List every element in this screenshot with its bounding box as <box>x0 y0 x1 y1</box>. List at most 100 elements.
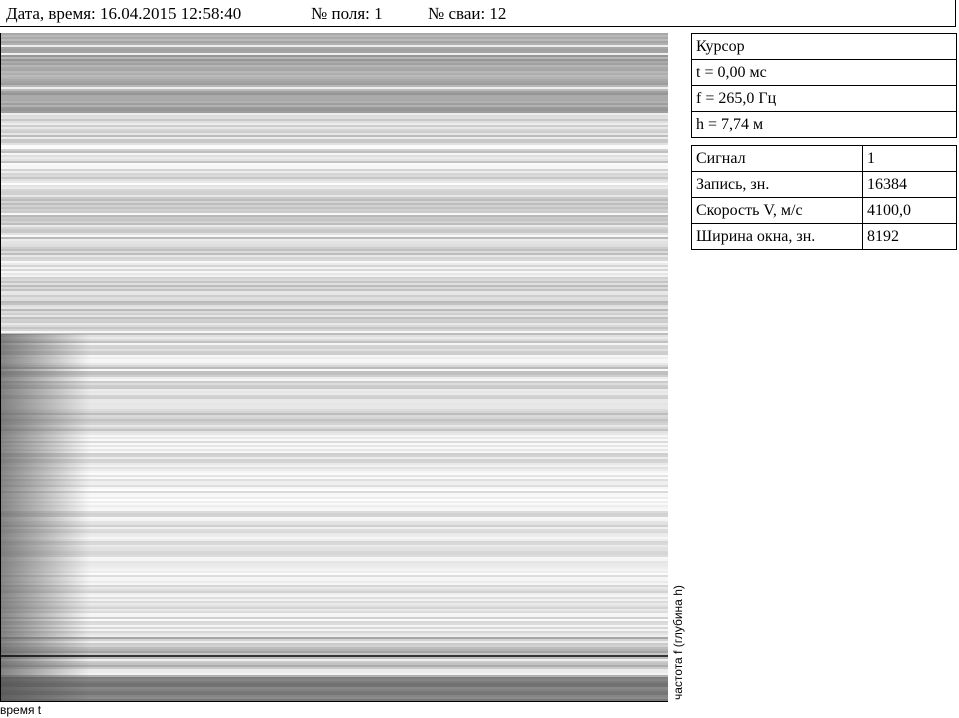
cursor-frequency: f = 265,0 Гц <box>691 85 957 112</box>
spectrogram-band <box>0 633 668 635</box>
spectrogram-band <box>0 437 668 439</box>
spectrogram-band <box>0 121 668 123</box>
spectrogram-band <box>0 565 668 567</box>
spectrogram-band <box>0 313 668 315</box>
spectrogram-band <box>0 529 668 531</box>
spectrogram-band <box>0 371 668 373</box>
param-value: 16384 <box>862 171 957 198</box>
spectrogram-band <box>0 187 668 189</box>
spectrogram-band <box>0 143 668 145</box>
cursor-time: t = 0,00 мс <box>691 59 957 86</box>
spectrogram-band <box>0 511 668 513</box>
param-label: Сигнал <box>691 145 863 172</box>
spectrogram-band <box>0 295 668 297</box>
spectrogram-band <box>0 65 668 67</box>
spectrogram-band <box>0 657 668 659</box>
spectrogram-band <box>0 265 668 267</box>
pile-number-label: № сваи: 12 <box>428 4 507 23</box>
x-axis-label: время t <box>0 703 42 717</box>
spectrogram-band <box>0 163 668 165</box>
spectrogram-band <box>0 183 668 185</box>
param-label: Ширина окна, зн. <box>691 223 863 250</box>
spectrogram-band <box>0 107 668 109</box>
spectrogram-band <box>0 389 668 391</box>
spectrogram-band <box>0 261 668 263</box>
spectrogram-band <box>0 327 668 329</box>
spectrogram-band <box>0 589 668 591</box>
spectrogram-band <box>0 189 668 191</box>
spectrogram-band <box>0 461 668 463</box>
spectrogram-band <box>0 631 668 633</box>
spectrogram-band <box>0 97 668 99</box>
spectrogram-band <box>0 563 668 565</box>
spectrogram-band <box>0 131 668 133</box>
spectrogram-band <box>0 157 668 159</box>
spectrogram-band <box>0 91 668 93</box>
spectrogram-canvas[interactable] <box>0 33 668 701</box>
spectrogram-band <box>0 429 668 431</box>
spectrogram-band <box>0 123 668 125</box>
spectrogram-band <box>0 557 668 559</box>
spectrogram-band <box>0 643 668 645</box>
spectrogram-band <box>0 603 668 605</box>
spectrogram-band <box>0 419 668 421</box>
spectrogram-band <box>0 641 668 643</box>
spectrogram-band <box>0 283 668 285</box>
spectrogram-band <box>0 343 668 345</box>
spectrogram-band <box>0 181 668 183</box>
spectrogram-plot[interactable] <box>0 33 668 702</box>
spectrogram-band <box>0 225 668 227</box>
spectrogram-band <box>0 191 668 193</box>
spectrogram-band <box>0 571 668 573</box>
spectrogram-band <box>0 229 668 231</box>
spectrogram-band <box>0 87 668 89</box>
param-value: 1 <box>862 145 957 172</box>
spectrogram-band <box>0 395 668 397</box>
spectrogram-band <box>0 161 668 163</box>
spectrogram-band <box>0 337 668 339</box>
spectrogram-band <box>0 203 668 205</box>
spectrogram-band <box>0 339 668 341</box>
spectrogram-band <box>0 55 668 57</box>
spectrogram-band <box>0 177 668 179</box>
spectrogram-band <box>0 615 668 617</box>
spectrogram-band <box>0 505 668 507</box>
spectrogram-band <box>0 127 668 129</box>
spectrogram-band <box>0 537 668 539</box>
spectrogram-band <box>0 227 668 229</box>
spectrogram-band <box>0 365 668 367</box>
spectrogram-band <box>0 165 668 167</box>
spectrogram-band <box>0 59 668 61</box>
spectrogram-band <box>0 489 668 491</box>
spectrogram-band <box>0 405 668 407</box>
cursor-depth: h = 7,74 м <box>691 111 957 138</box>
spectrogram-band <box>0 605 668 607</box>
param-row: Ширина окна, зн. 8192 <box>691 223 957 250</box>
spectrogram-band <box>0 527 668 529</box>
spectrogram-band <box>0 599 668 601</box>
spectrogram-band <box>0 637 668 639</box>
spectrogram-band <box>0 103 668 105</box>
spectrogram-band <box>0 607 668 609</box>
spectrogram-band <box>0 299 668 301</box>
spectrogram-band <box>0 297 668 299</box>
spectrogram-band <box>0 301 668 303</box>
spectrogram-band <box>0 651 668 653</box>
spectrogram-band <box>0 305 668 307</box>
spectrogram-band <box>0 503 668 505</box>
spectrogram-band <box>0 117 668 119</box>
spectrogram-band <box>0 47 668 49</box>
spectrogram-band <box>0 281 668 283</box>
spectrogram-band <box>0 453 668 455</box>
spectrogram-band <box>0 507 668 509</box>
spectrogram-band <box>0 119 668 121</box>
spectrogram-band <box>0 373 668 375</box>
spectrogram-band <box>0 317 668 319</box>
low-time-energy <box>0 334 90 701</box>
spectrogram-band <box>0 635 668 637</box>
spectrogram-band <box>0 597 668 599</box>
spectrogram-band <box>0 293 668 295</box>
header-bar: Дата, время: 16.04.2015 12:58:40 № поля:… <box>0 0 956 27</box>
spectrogram-band <box>0 111 668 113</box>
spectrogram-band <box>0 409 668 411</box>
